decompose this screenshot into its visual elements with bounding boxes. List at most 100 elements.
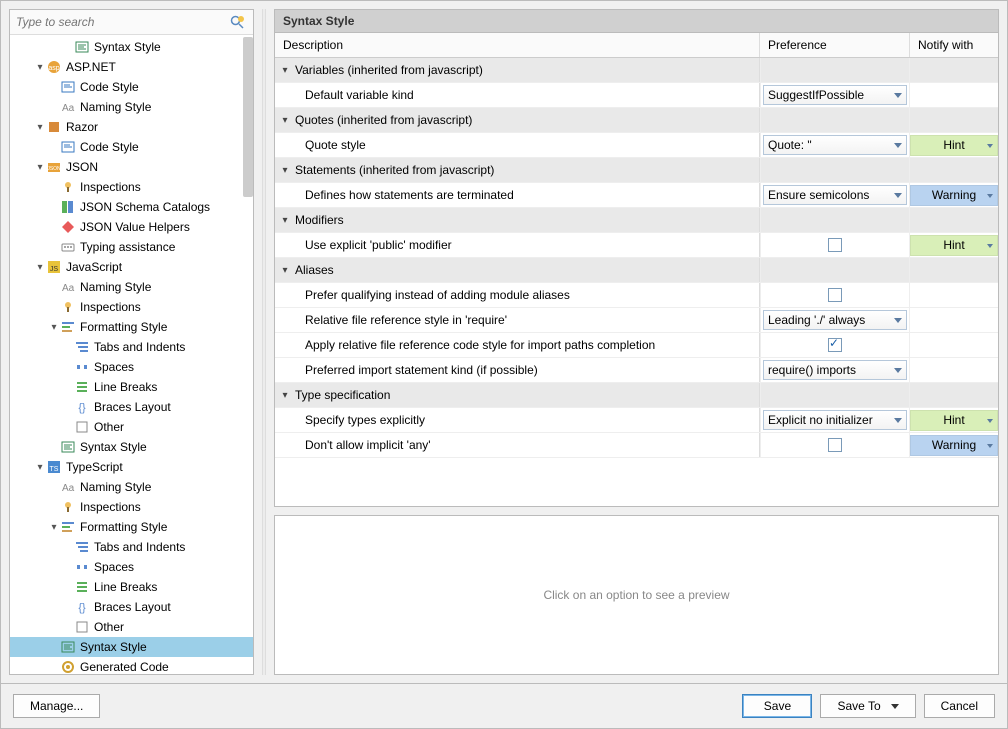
option-row[interactable]: Apply relative file reference code style…: [275, 333, 998, 358]
preference-dropdown[interactable]: Explicit no initializer: [763, 410, 907, 430]
section-row[interactable]: ▾Modifiers: [275, 208, 998, 233]
tree-item[interactable]: Syntax Style: [10, 637, 253, 657]
tree-item[interactable]: Generated Code: [10, 657, 253, 674]
search-input[interactable]: [10, 10, 229, 34]
scrollbar-thumb[interactable]: [243, 37, 253, 197]
tree-item[interactable]: Spaces: [10, 557, 253, 577]
tree-item[interactable]: ▾JSONJSON: [10, 157, 253, 177]
tree-item[interactable]: AaNaming Style: [10, 477, 253, 497]
splitter[interactable]: [262, 9, 266, 675]
notify-dropdown[interactable]: Hint: [910, 410, 998, 431]
tree-item[interactable]: Line Breaks: [10, 377, 253, 397]
tree-item[interactable]: Spaces: [10, 357, 253, 377]
preference-dropdown[interactable]: SuggestIfPossible: [763, 85, 907, 105]
notify-dropdown[interactable]: Warning: [910, 185, 998, 206]
tree-item[interactable]: ▾asp ASP.NET: [10, 57, 253, 77]
tree-item[interactable]: AaNaming Style: [10, 97, 253, 117]
search-icon[interactable]: [229, 14, 247, 30]
expand-caret-icon[interactable]: ▾: [34, 462, 46, 473]
preference-checkbox[interactable]: [828, 288, 842, 302]
cancel-button[interactable]: Cancel: [924, 694, 995, 718]
tree-item[interactable]: Other: [10, 417, 253, 437]
section-row[interactable]: ▾Variables (inherited from javascript): [275, 58, 998, 83]
tree-item[interactable]: Code Style: [10, 137, 253, 157]
option-row[interactable]: Specify types explicitlyExplicit no init…: [275, 408, 998, 433]
expand-caret-icon[interactable]: ▾: [48, 322, 60, 333]
option-row[interactable]: Prefer qualifying instead of adding modu…: [275, 283, 998, 308]
tree-item[interactable]: Syntax Style: [10, 37, 253, 57]
tree-item[interactable]: Tabs and Indents: [10, 337, 253, 357]
expand-caret-icon[interactable]: ▾: [34, 122, 46, 133]
tree-item[interactable]: Inspections: [10, 177, 253, 197]
preference-dropdown[interactable]: Leading './' always: [763, 310, 907, 330]
value-icon: [60, 219, 76, 235]
tree-item[interactable]: ▾Formatting Style: [10, 517, 253, 537]
option-row[interactable]: Defines how statements are terminatedEns…: [275, 183, 998, 208]
notify-dropdown[interactable]: Warning: [910, 435, 998, 456]
braces-icon: {}: [74, 599, 90, 615]
tree-item[interactable]: JSON Value Helpers: [10, 217, 253, 237]
preference-dropdown[interactable]: require() imports: [763, 360, 907, 380]
tree-item[interactable]: AaNaming Style: [10, 277, 253, 297]
column-preference[interactable]: Preference: [760, 33, 910, 57]
tree-item-label: Other: [94, 620, 124, 634]
save-button[interactable]: Save: [742, 694, 812, 718]
tree-item-label: Naming Style: [80, 280, 151, 294]
expand-caret-icon[interactable]: ▾: [34, 262, 46, 273]
option-row[interactable]: Default variable kindSuggestIfPossible: [275, 83, 998, 108]
option-row[interactable]: Relative file reference style in 'requir…: [275, 308, 998, 333]
option-label: Prefer qualifying instead of adding modu…: [275, 283, 760, 307]
option-row[interactable]: Quote styleQuote: "Hint: [275, 133, 998, 158]
preference-checkbox[interactable]: [828, 338, 842, 352]
tree-item[interactable]: Typing assistance: [10, 237, 253, 257]
notify-dropdown[interactable]: Hint: [910, 235, 998, 256]
preference-checkbox[interactable]: [828, 438, 842, 452]
grid-header: Description Preference Notify with: [275, 33, 998, 58]
save-to-button[interactable]: Save To: [820, 694, 915, 718]
preference-checkbox[interactable]: [828, 238, 842, 252]
manage-button[interactable]: Manage...: [13, 694, 100, 718]
tree-item[interactable]: Code Style: [10, 77, 253, 97]
tree-item[interactable]: ▾ Razor: [10, 117, 253, 137]
tree-item[interactable]: {}Braces Layout: [10, 597, 253, 617]
tree-item[interactable]: Other: [10, 617, 253, 637]
tree-item[interactable]: Inspections: [10, 497, 253, 517]
expand-caret-icon[interactable]: ▾: [48, 522, 60, 533]
tree-item-label: Code Style: [80, 140, 139, 154]
tree-item[interactable]: {}Braces Layout: [10, 397, 253, 417]
tree-item[interactable]: Inspections: [10, 297, 253, 317]
tree-item[interactable]: ▾Formatting Style: [10, 317, 253, 337]
section-row[interactable]: ▾Quotes (inherited from javascript): [275, 108, 998, 133]
tree-item-label: Syntax Style: [80, 640, 147, 654]
preview-panel: Click on an option to see a preview: [274, 515, 999, 675]
section-label: Modifiers: [295, 213, 344, 227]
section-row[interactable]: ▾Statements (inherited from javascript): [275, 158, 998, 183]
tree-item-label: Line Breaks: [94, 380, 157, 394]
preference-dropdown[interactable]: Ensure semicolons: [763, 185, 907, 205]
tree-item[interactable]: JSON Schema Catalogs: [10, 197, 253, 217]
syntax-icon: [60, 439, 76, 455]
tree-item[interactable]: Tabs and Indents: [10, 537, 253, 557]
tree-item[interactable]: ▾JSJavaScript: [10, 257, 253, 277]
option-row[interactable]: Preferred import statement kind (if poss…: [275, 358, 998, 383]
section-row[interactable]: ▾Type specification: [275, 383, 998, 408]
notify-dropdown[interactable]: Hint: [910, 135, 998, 156]
expand-caret-icon[interactable]: ▾: [34, 62, 46, 73]
column-description[interactable]: Description: [275, 33, 760, 57]
tree-item[interactable]: Line Breaks: [10, 577, 253, 597]
tree-item[interactable]: Syntax Style: [10, 437, 253, 457]
column-notify[interactable]: Notify with: [910, 33, 998, 57]
expand-caret-icon[interactable]: ▾: [34, 162, 46, 173]
section-row[interactable]: ▾Aliases: [275, 258, 998, 283]
preference-dropdown[interactable]: Quote: ": [763, 135, 907, 155]
tree-item[interactable]: ▾TSTypeScript: [10, 457, 253, 477]
option-row[interactable]: Use explicit 'public' modifierHint: [275, 233, 998, 258]
main-panel: Syntax Style Description Preference Noti…: [274, 9, 999, 675]
tree-item-label: Razor: [66, 120, 98, 134]
tree-item-label: ASP.NET: [66, 60, 116, 74]
syntax-icon: [60, 639, 76, 655]
options-tree[interactable]: Syntax Style▾aspASP.NETCode StyleAaNamin…: [10, 35, 253, 674]
svg-text:asp: asp: [48, 65, 59, 72]
code-icon: [60, 79, 76, 95]
option-row[interactable]: Don't allow implicit 'any'Warning: [275, 433, 998, 458]
